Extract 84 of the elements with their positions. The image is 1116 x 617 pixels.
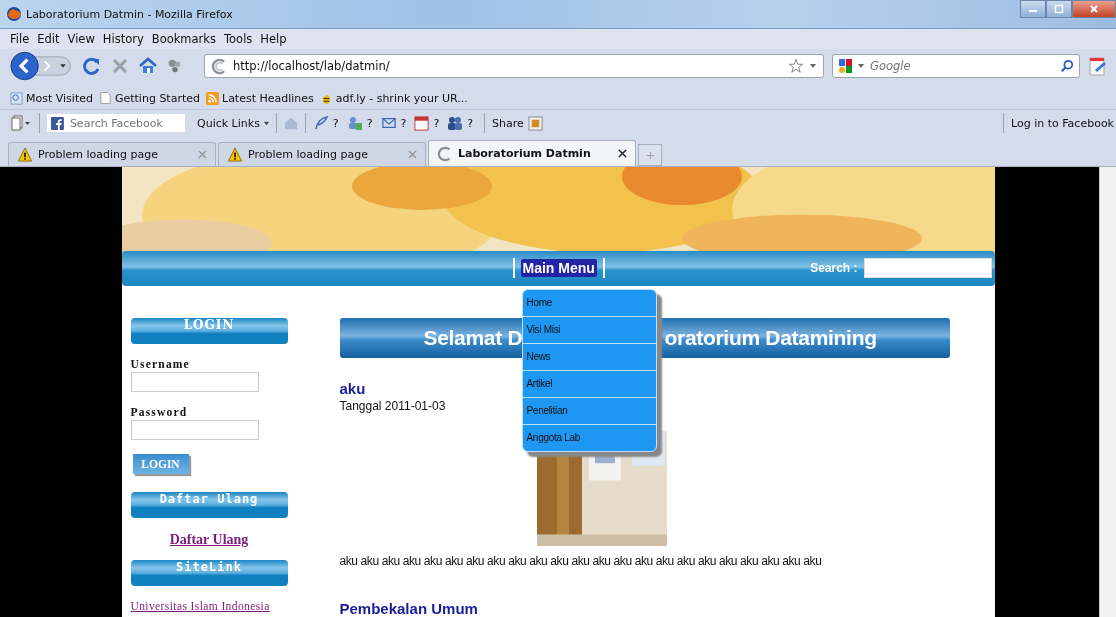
site-link[interactable]: Universitas Islam Indonesia [130, 600, 288, 612]
mail-icon[interactable] [380, 116, 397, 130]
notification-count: ? [332, 116, 339, 130]
post-body: aku aku aku aku aku aku aku aku aku aku aku aku aku aku aku aku aku aku aku aku aku aku aku [339, 554, 823, 568]
quick-links-menu[interactable]: Quick Links [197, 116, 260, 130]
menu-item[interactable]: File [6, 32, 34, 46]
dropdown-caret-icon[interactable] [857, 62, 865, 70]
share-icon[interactable] [527, 115, 543, 131]
panel-header: Daftar Ulang [130, 492, 288, 518]
notification-count: ? [400, 116, 407, 130]
home-icon[interactable] [138, 56, 158, 76]
password-label: Password [130, 406, 189, 418]
bee-icon [319, 91, 333, 105]
menu-item[interactable]: Tools [220, 32, 257, 46]
facebook-login-link[interactable]: Log in to Facebook [1011, 116, 1116, 130]
close-icon[interactable] [618, 149, 627, 158]
back-forward-icon[interactable] [10, 50, 74, 82]
menu-item[interactable]: News [522, 344, 656, 371]
menu-item[interactable]: Help [256, 32, 291, 46]
username-label: Username [130, 358, 191, 370]
menu-item[interactable]: Anggota Lab [522, 425, 656, 451]
window-title: Laboratorium Datmin - Mozilla Firefox [26, 7, 234, 21]
scrollbar[interactable] [1099, 167, 1116, 617]
star-icon[interactable] [788, 58, 804, 74]
minimize-button[interactable] [1020, 0, 1046, 18]
search-bar[interactable]: Google [832, 54, 1080, 78]
menu-item[interactable]: History [98, 32, 148, 46]
browser-tab[interactable]: Problem loading page [8, 142, 216, 166]
share-button[interactable]: Share [492, 116, 524, 130]
plus-icon [645, 150, 655, 160]
friend-request-icon[interactable] [346, 115, 363, 131]
register-link[interactable]: Daftar Ulang [130, 532, 288, 548]
menu-item[interactable]: Artikel [522, 371, 656, 398]
rss-icon [206, 91, 219, 105]
browser-tab[interactable]: Problem loading page [218, 142, 426, 166]
main-menu-link[interactable]: Main Menu [520, 259, 597, 278]
notification-count: ? [433, 116, 440, 130]
browser-tab[interactable]: Laboratorium Datmin [428, 140, 636, 166]
close-icon [1089, 4, 1099, 14]
notification-count: ? [366, 116, 373, 130]
site-search-field[interactable] [863, 258, 992, 279]
bookmark-item[interactable]: Most Visited [10, 91, 93, 105]
search-page-icon [10, 91, 23, 105]
facebook-search-bar[interactable]: Search Facebook [47, 114, 185, 132]
dropdown-caret-icon[interactable] [263, 120, 269, 126]
notification-count: ? [467, 116, 474, 130]
menu-item[interactable]: Bookmarks [147, 32, 220, 46]
maximize-icon [1054, 4, 1064, 14]
notepad-icon[interactable] [1088, 55, 1108, 77]
reload-icon[interactable] [82, 56, 102, 76]
browser-logo-icon [6, 6, 22, 22]
search-label: Search : [810, 261, 858, 276]
close-button[interactable] [1072, 0, 1116, 18]
maximize-button[interactable] [1046, 0, 1072, 18]
site-icon [437, 145, 453, 162]
warning-icon [17, 147, 33, 162]
page-icon [98, 91, 112, 105]
bookmark-item[interactable]: adf.ly - shrink your UR... [319, 91, 468, 105]
people-icon[interactable] [447, 115, 464, 131]
heading-text: Selamat D [423, 326, 520, 350]
toolbar-menu-icon[interactable] [10, 115, 32, 131]
menu-item[interactable]: Edit [33, 32, 64, 46]
menu-item[interactable]: Penelitian [522, 398, 656, 425]
password-field[interactable] [130, 420, 259, 440]
bookmark-item[interactable]: Getting Started [98, 91, 200, 105]
dropdown-caret-icon[interactable] [809, 62, 817, 70]
panel-header: LOGIN [130, 318, 288, 344]
search-icon[interactable] [1060, 59, 1074, 73]
facebook-icon [51, 116, 64, 130]
menu-item[interactable]: Home [522, 290, 656, 317]
address-bar[interactable]: http://localhost/lab/datmin/ [204, 54, 824, 78]
warning-icon [227, 147, 243, 162]
post-date: Tanggal 2011-01-03 [339, 399, 446, 413]
panel-header: SiteLink [130, 560, 288, 586]
menu-item[interactable]: View [63, 32, 99, 46]
search-engine-icon[interactable] [838, 58, 854, 74]
bookmark-item[interactable]: Latest Headlines [206, 91, 314, 105]
post-title[interactable]: aku [339, 380, 366, 397]
new-tab-button[interactable] [638, 144, 662, 166]
username-field[interactable] [130, 372, 259, 392]
post-title[interactable]: Pembekalan Umum [339, 600, 478, 617]
feather-icon[interactable] [312, 115, 329, 131]
calendar-icon[interactable] [414, 115, 430, 131]
heading-text: oratorium Datamining [664, 326, 877, 350]
